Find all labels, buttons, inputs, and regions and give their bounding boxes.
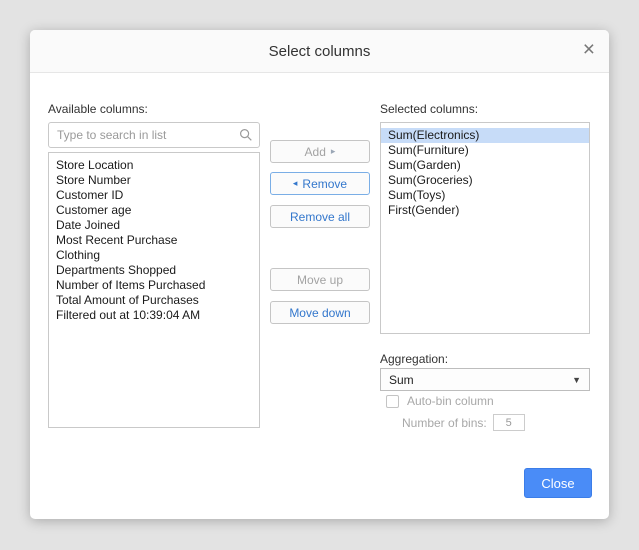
auto-bin-label: Auto-bin column	[407, 394, 494, 408]
selected-columns-label: Selected columns:	[380, 102, 478, 116]
aggregation-dropdown[interactable]: Sum ▼	[380, 368, 590, 391]
dropdown-arrow-icon: ▼	[572, 375, 581, 385]
remove-all-button[interactable]: Remove all	[270, 205, 370, 228]
add-arrow-icon: ▸	[331, 147, 336, 156]
list-item[interactable]: Departments Shopped	[49, 263, 259, 278]
search-input[interactable]	[48, 122, 260, 148]
list-item[interactable]: Date Joined	[49, 218, 259, 233]
list-item[interactable]: Clothing	[49, 248, 259, 263]
list-item[interactable]: Customer age	[49, 203, 259, 218]
list-item[interactable]: Sum(Groceries)	[381, 173, 589, 188]
list-item[interactable]: Customer ID	[49, 188, 259, 203]
available-columns-label: Available columns:	[48, 102, 148, 116]
move-down-button-label: Move down	[289, 306, 350, 320]
search-box	[48, 122, 260, 148]
list-item[interactable]: Sum(Furniture)	[381, 143, 589, 158]
close-button[interactable]: Close	[524, 468, 592, 498]
select-columns-dialog: Select columns × Available columns: Stor…	[30, 30, 609, 519]
list-item[interactable]: Total Amount of Purchases	[49, 293, 259, 308]
search-icon	[239, 128, 253, 142]
dialog-title: Select columns	[269, 43, 371, 60]
list-item[interactable]: Sum(Toys)	[381, 188, 589, 203]
screen-background: Select columns × Available columns: Stor…	[0, 0, 639, 550]
move-up-button[interactable]: Move up	[270, 268, 370, 291]
list-item[interactable]: Most Recent Purchase	[49, 233, 259, 248]
add-button[interactable]: Add ▸	[270, 140, 370, 163]
close-icon[interactable]: ×	[583, 39, 595, 61]
selected-columns-list[interactable]: Sum(Electronics)Sum(Furniture)Sum(Garden…	[380, 122, 590, 334]
available-columns-list[interactable]: Store LocationStore NumberCustomer IDCus…	[48, 152, 260, 428]
remove-arrow-icon: ◂	[293, 179, 298, 188]
list-item[interactable]: Number of Items Purchased	[49, 278, 259, 293]
autobin-row: Auto-bin column	[386, 394, 494, 408]
close-button-label: Close	[541, 476, 574, 491]
bins-row: Number of bins:	[402, 414, 525, 431]
list-item[interactable]: Store Number	[49, 173, 259, 188]
number-of-bins-label: Number of bins:	[402, 416, 487, 430]
dialog-header: Select columns ×	[30, 30, 609, 73]
number-of-bins-input[interactable]	[493, 414, 525, 431]
remove-all-button-label: Remove all	[290, 210, 350, 224]
list-item[interactable]: Filtered out at 10:39:04 AM	[49, 308, 259, 323]
list-item[interactable]: Sum(Electronics)	[381, 128, 589, 143]
list-item[interactable]: Sum(Garden)	[381, 158, 589, 173]
remove-button[interactable]: ◂ Remove	[270, 172, 370, 195]
auto-bin-checkbox[interactable]	[386, 395, 399, 408]
add-button-label: Add	[305, 145, 326, 159]
move-up-button-label: Move up	[297, 273, 343, 287]
move-down-button[interactable]: Move down	[270, 301, 370, 324]
aggregation-value: Sum	[389, 373, 414, 387]
list-item[interactable]: First(Gender)	[381, 203, 589, 218]
aggregation-label: Aggregation:	[380, 352, 448, 366]
list-item[interactable]: Store Location	[49, 158, 259, 173]
remove-button-label: Remove	[302, 177, 347, 191]
